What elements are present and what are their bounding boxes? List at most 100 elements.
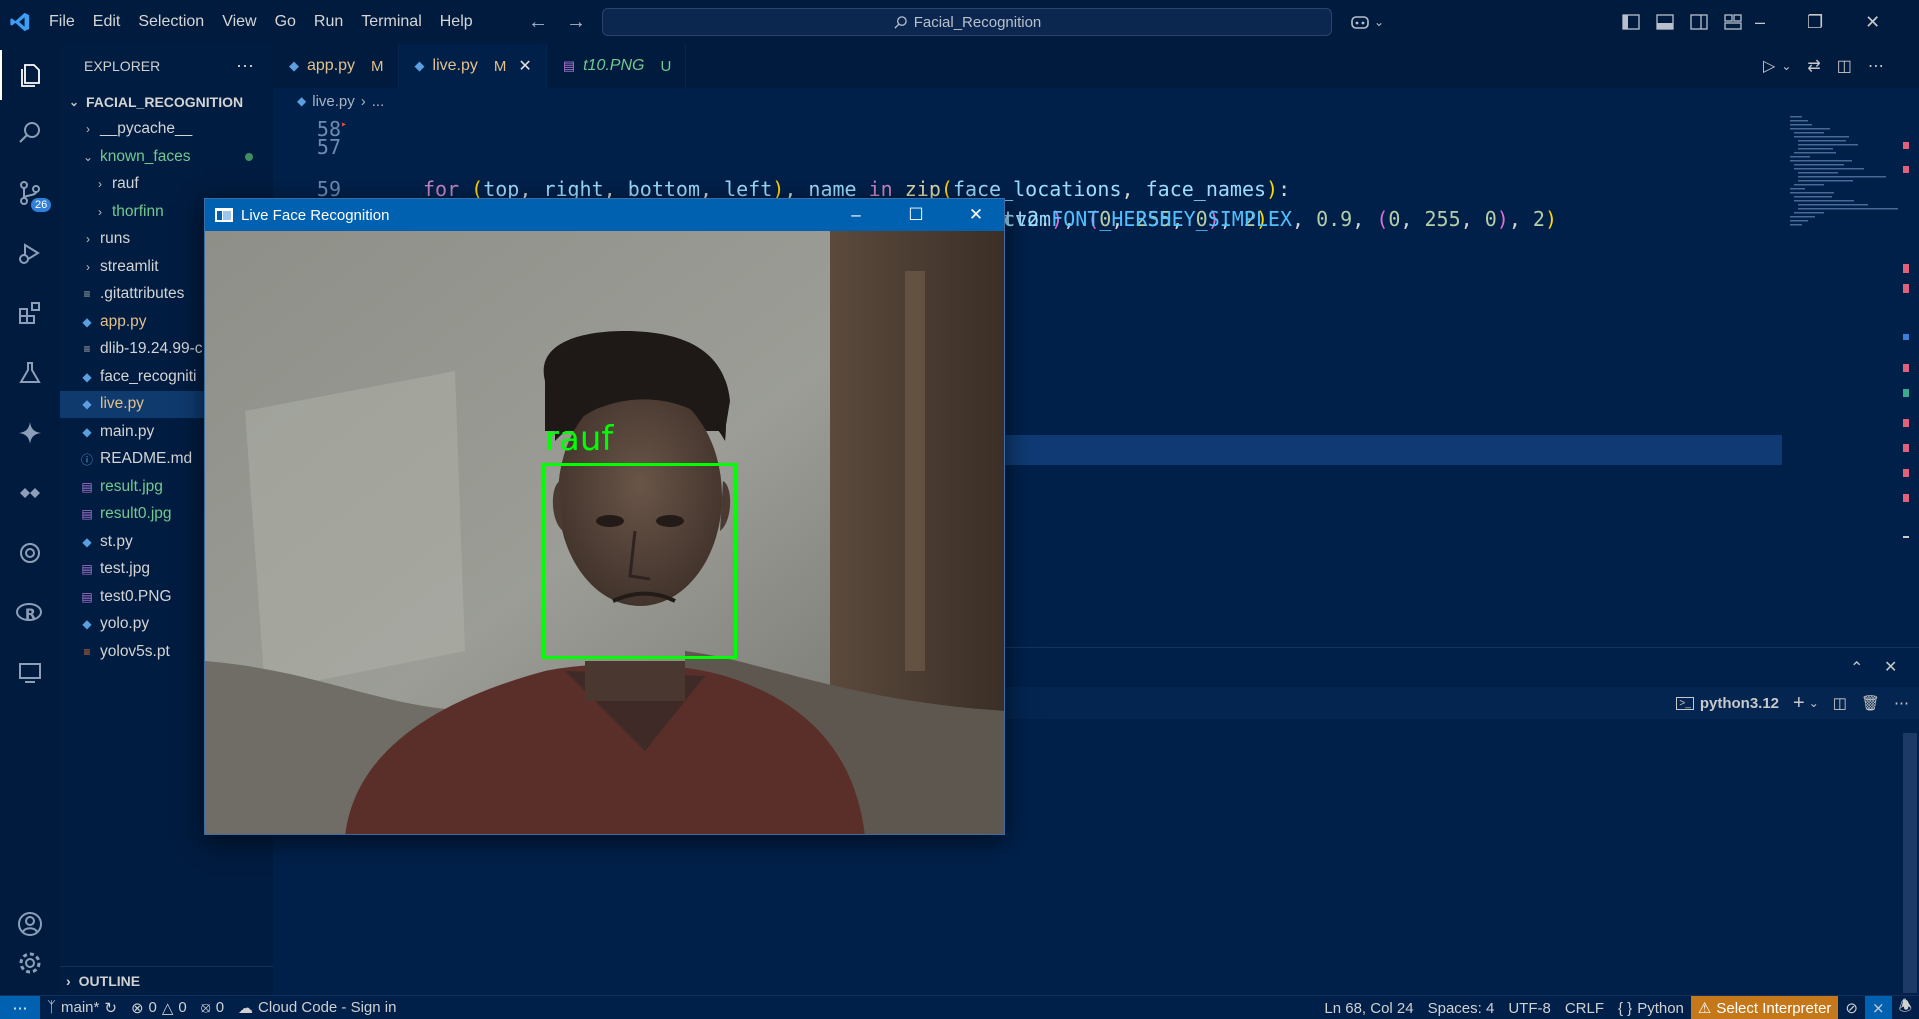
command-center-search[interactable]: Facial_Recognition (602, 8, 1332, 36)
tab-app-py[interactable]: ◆ app.py M (273, 44, 399, 88)
terminal-scrollbar[interactable] (1903, 733, 1917, 993)
image-file-icon: ▤ (81, 479, 93, 494)
remote-indicator-icon[interactable]: ⋯ (0, 995, 40, 1019)
close-tab-icon[interactable]: ✕ (518, 56, 531, 76)
back-arrow-icon[interactable]: ← (528, 11, 548, 34)
forward-arrow-icon[interactable]: → (566, 11, 586, 34)
restore-icon[interactable]: ❐ (1807, 12, 1823, 33)
menu-item-file[interactable]: File (40, 0, 84, 44)
open-changes-icon[interactable]: ⇄ (1807, 56, 1820, 76)
ports-indicator[interactable]: ⦻ 0 (194, 999, 231, 1016)
workspace-root[interactable]: ⌄ FACIAL_RECOGNITION (60, 88, 273, 116)
toggle-primary-sidebar-icon[interactable] (1622, 14, 1640, 30)
explorer-icon[interactable] (0, 50, 60, 100)
terminal-instance[interactable]: >_ python3.12 (1676, 695, 1779, 712)
minimap[interactable] (1780, 114, 1910, 254)
hide-icon[interactable]: ⊘ (1838, 999, 1865, 1017)
live-face-recognition-window: Live Face Recognition – ☐ ✕ rauf (204, 198, 1005, 835)
tree-item-label: face_recogniti (100, 367, 197, 385)
tab-label: app.py (307, 57, 356, 74)
copilot-status-icon[interactable]: ⨯ (1864, 996, 1892, 1019)
copilot-menu[interactable]: ⌄ (1350, 0, 1384, 44)
split-terminal-icon[interactable]: ◫ (1833, 694, 1847, 712)
tree-item-label: known_faces (100, 147, 191, 165)
trash-icon[interactable]: 🗑 (1861, 694, 1880, 712)
end-of-line[interactable]: CRLF (1558, 1000, 1611, 1017)
remote-explorer-icon[interactable] (0, 648, 60, 698)
tree-item-label: test0.PNG (100, 587, 172, 605)
source-control-icon[interactable]: 26 (0, 168, 60, 218)
bell-icon[interactable]: 🕭 (1892, 996, 1919, 1019)
tab-live-py[interactable]: ◆ live.py M ✕ (398, 44, 547, 88)
terminal-shell-label: python3.12 (1699, 694, 1780, 712)
app-window-icon (215, 208, 233, 222)
more-actions-icon[interactable]: ⋯ (1868, 56, 1884, 76)
new-terminal-icon[interactable]: + (1793, 692, 1805, 715)
customize-layout-icon[interactable] (1724, 14, 1742, 30)
gemini-icon[interactable] (0, 408, 60, 458)
folder-item-known-faces[interactable]: ⌄ known_faces (60, 143, 273, 171)
code-text: cv2.FONT_HERSHEY_SIMPLEX, 0.9, (0, 255, … (1003, 207, 1557, 231)
python-file-icon: ◆ (414, 58, 425, 73)
more-actions-icon[interactable]: ⋯ (1894, 694, 1909, 712)
search-icon (894, 15, 907, 29)
testing-icon[interactable] (0, 348, 60, 398)
close-icon[interactable]: ✕ (1865, 12, 1880, 33)
close-icon[interactable]: ✕ (946, 199, 1004, 231)
outline-section[interactable]: › OUTLINE (60, 966, 273, 995)
chevron-down-icon[interactable]: ⌄ (1781, 59, 1791, 73)
tab-status: M (493, 57, 507, 75)
menu-item-edit[interactable]: Edit (84, 0, 130, 44)
extensions-icon[interactable] (0, 288, 60, 338)
tab-status: M (371, 57, 384, 75)
cloud-code-status[interactable]: ☁ Cloud Code - Sign in (231, 999, 403, 1017)
folder-item-rauf[interactable]: › rauf (60, 171, 273, 199)
folder-item--pycache-[interactable]: › __pycache__ (60, 116, 273, 144)
indentation-label: Spaces: 4 (1427, 999, 1495, 1017)
problems-indicator[interactable]: ⊗ 0 △ 0 (124, 999, 194, 1017)
more-actions-icon[interactable]: ⋯ (236, 56, 255, 77)
chevron-down-icon[interactable]: ⌄ (1809, 696, 1819, 710)
ports-count: 0 (215, 999, 225, 1016)
encoding[interactable]: UTF-8 (1501, 1000, 1558, 1017)
tree-item-label: app.py (100, 312, 147, 330)
split-editor-icon[interactable]: ◫ (1837, 56, 1852, 76)
maximize-icon[interactable]: ☐ (886, 199, 946, 231)
toggle-panel-icon[interactable] (1656, 14, 1674, 30)
tab-t10-png[interactable]: ▤ t10.PNG U (547, 44, 687, 88)
python-file-icon: ◆ (82, 534, 92, 549)
settings-gear-icon[interactable] (0, 938, 60, 988)
language-mode[interactable]: { } Python (1611, 1000, 1691, 1017)
menu-item-view[interactable]: View (213, 0, 265, 44)
menu-item-selection[interactable]: Selection (129, 0, 213, 44)
chatgpt-icon[interactable] (0, 528, 60, 578)
cloud-icon: ☁ (238, 999, 254, 1017)
chevron-right-icon: › (86, 259, 90, 274)
maximize-panel-icon[interactable]: ⌃ (1850, 658, 1863, 678)
image-file-icon: ▤ (81, 507, 93, 522)
tree-item-label: __pycache__ (100, 120, 193, 138)
r-language-icon[interactable]: R (0, 588, 60, 638)
menu-item-go[interactable]: Go (266, 0, 305, 44)
cloud-code-icon[interactable] (0, 468, 60, 518)
toggle-secondary-sidebar-icon[interactable] (1690, 14, 1708, 30)
menu-item-terminal[interactable]: Terminal (352, 0, 430, 44)
search-icon[interactable] (0, 108, 60, 158)
face-bounding-box (542, 463, 737, 659)
select-interpreter-button[interactable]: ⚠ Select Interpreter (1690, 996, 1839, 1019)
run-python-file-icon[interactable]: ▷ (1763, 56, 1775, 76)
minimize-icon[interactable]: – (1755, 12, 1765, 33)
branch-indicator[interactable]: ᛉ main* ↻ (40, 999, 124, 1017)
git-branch-icon: ᛉ (47, 999, 57, 1016)
close-panel-icon[interactable]: ✕ (1884, 657, 1897, 677)
broadcast-icon: ⦻ (200, 999, 211, 1016)
warning-icon: ⚠ (1697, 1000, 1712, 1017)
cursor-position[interactable]: Ln 68, Col 24 (1317, 1000, 1420, 1017)
menu-item-help[interactable]: Help (431, 0, 482, 44)
sync-icon[interactable]: ↻ (104, 999, 117, 1017)
minimize-icon[interactable]: – (826, 199, 886, 231)
menu-item-run[interactable]: Run (305, 0, 352, 44)
tree-item-label: rauf (112, 175, 139, 193)
indentation[interactable]: Spaces: 4 (1421, 1000, 1502, 1017)
run-debug-icon[interactable] (0, 228, 60, 278)
